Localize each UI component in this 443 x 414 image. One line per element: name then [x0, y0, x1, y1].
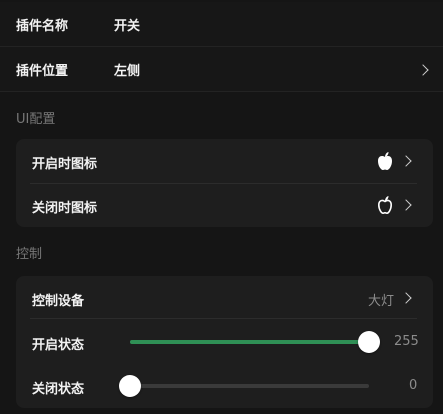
- on-icon-label: 开启时图标: [32, 157, 98, 172]
- control-card: 控制设备 大灯 开启状态 255 关闭状态 0: [16, 276, 433, 408]
- apple-filled-icon: [378, 152, 392, 170]
- off-state-slider[interactable]: [119, 375, 369, 397]
- on-state-slider[interactable]: [130, 331, 380, 353]
- chevron-right-icon: [400, 155, 412, 167]
- control-device-value: 大灯: [368, 294, 395, 309]
- chevron-right-icon: [400, 199, 412, 211]
- chevron-right-icon: [417, 64, 429, 76]
- off-state-value: 0: [409, 378, 418, 393]
- off-icon-label: 关闭时图标: [32, 201, 98, 216]
- plugin-position-label: 插件位置: [16, 63, 69, 79]
- on-state-slider-fill: [130, 340, 369, 344]
- off-state-slider-thumb[interactable]: [119, 375, 141, 397]
- plugin-name-row: 插件名称 开关: [0, 2, 443, 47]
- plugin-position-row[interactable]: 插件位置 左侧: [0, 47, 443, 92]
- apple-outline-icon: [377, 196, 393, 215]
- control-section-title: 控制: [16, 247, 43, 262]
- off-state-label: 关闭状态: [32, 382, 85, 397]
- plugin-name-label: 插件名称: [16, 18, 69, 34]
- on-icon-row[interactable]: 开启时图标: [16, 139, 433, 183]
- off-icon-row[interactable]: 关闭时图标: [16, 183, 433, 227]
- plugin-position-value: 左侧: [114, 63, 141, 79]
- ui-config-card: 开启时图标 关闭时图标: [16, 139, 433, 227]
- control-device-label: 控制设备: [32, 294, 85, 309]
- plugin-name-value: 开关: [114, 18, 141, 34]
- on-state-label: 开启状态: [32, 338, 85, 353]
- on-state-slider-thumb[interactable]: [358, 331, 380, 353]
- chevron-right-icon: [400, 292, 412, 304]
- divider: [30, 318, 417, 319]
- ui-config-section-title: UI配置: [16, 112, 56, 127]
- on-state-value: 255: [394, 334, 419, 349]
- on-state-row: 开启状态 255: [16, 320, 433, 364]
- off-state-row: 关闭状态 0: [16, 364, 433, 408]
- control-device-row[interactable]: 控制设备 大灯: [16, 276, 433, 320]
